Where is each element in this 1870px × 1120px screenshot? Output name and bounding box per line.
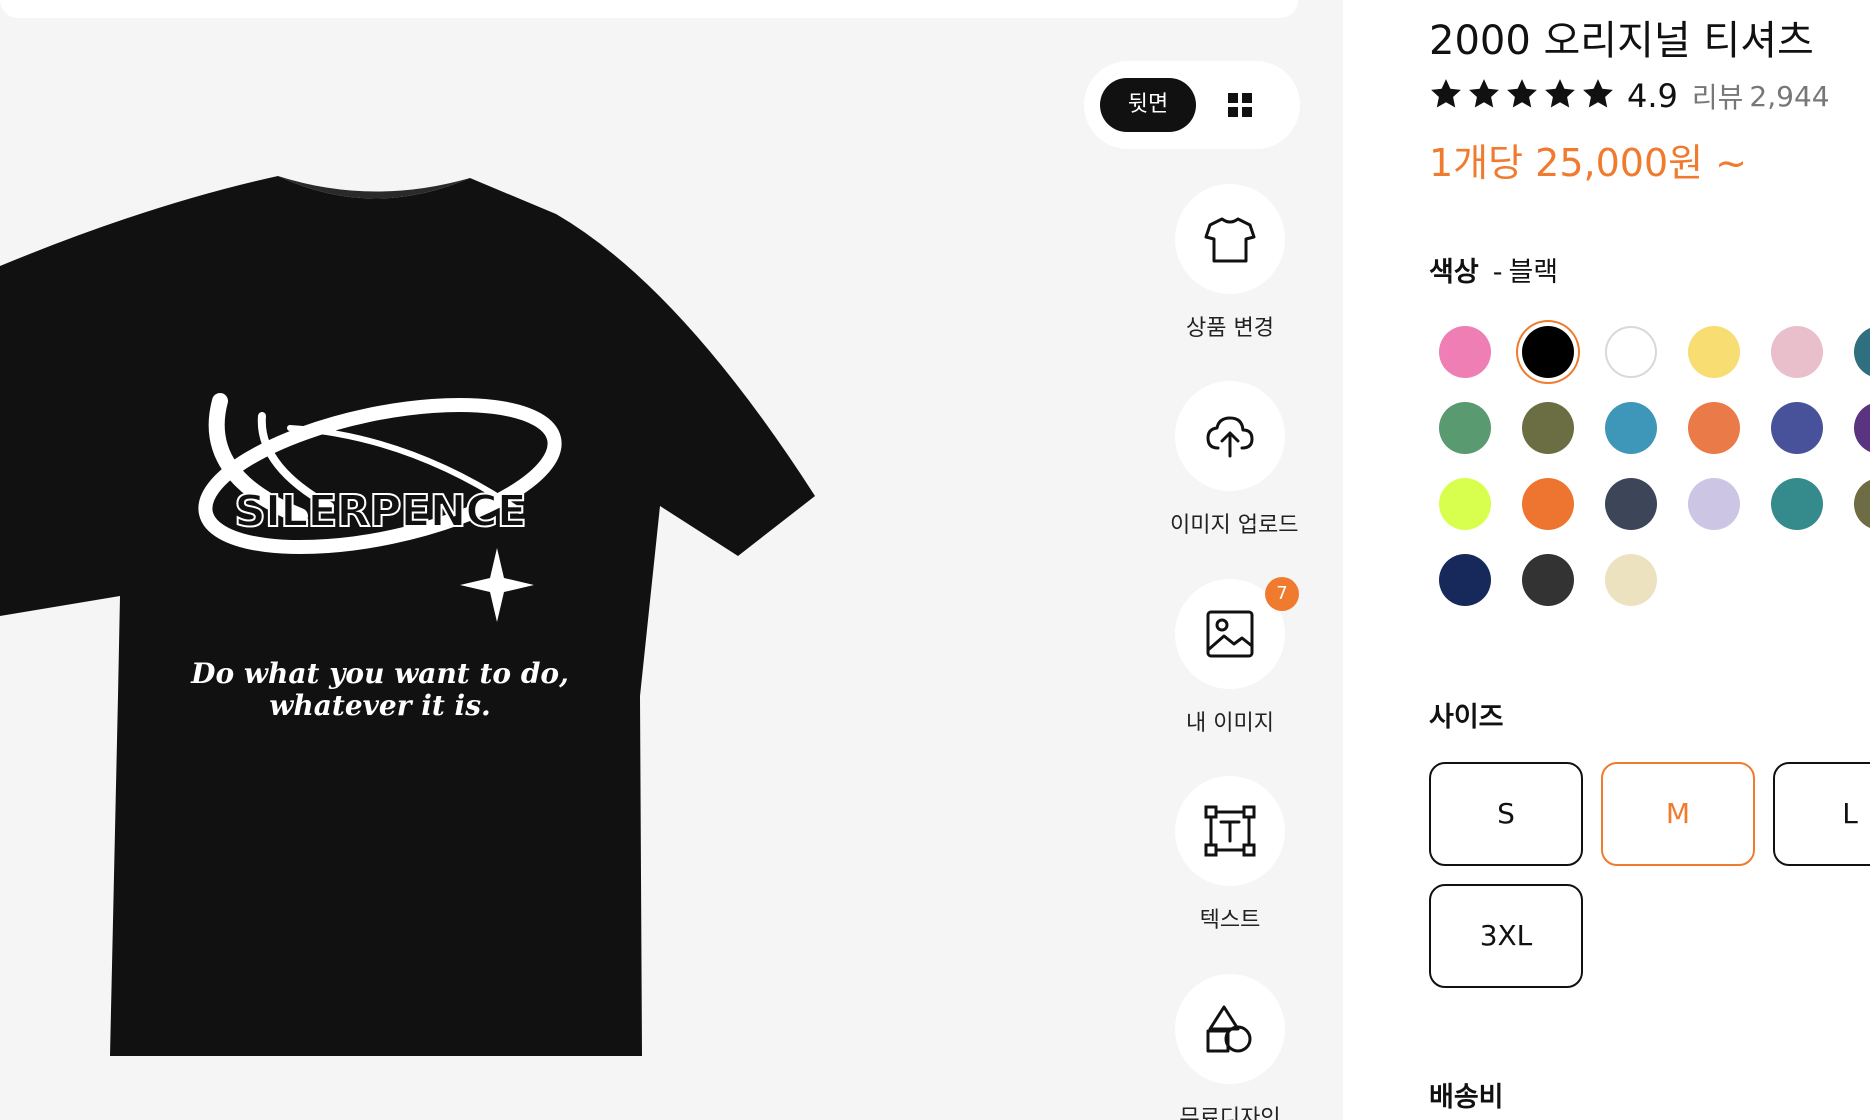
product-options-panel: 2000 오리지널 티셔츠 4.9 리뷰 2,944 1개당 25,000원 ~… <box>1343 0 1870 1120</box>
tshirt-preview[interactable]: SILERPENCE Do what you want to do, whate… <box>0 176 820 1056</box>
my-images-button[interactable]: 7 내 이미지 <box>1170 577 1299 737</box>
star-icon <box>1469 79 1499 108</box>
color-swatch[interactable] <box>1605 478 1657 530</box>
color-swatch[interactable] <box>1605 326 1657 378</box>
slogan-line-1: Do what you want to do, <box>191 657 569 690</box>
color-swatch[interactable] <box>1771 326 1823 378</box>
star-icon <box>1545 79 1575 108</box>
color-swatch[interactable] <box>1439 478 1491 530</box>
view-toggle: 뒷면 <box>1084 61 1300 149</box>
text-box-icon <box>1175 776 1285 886</box>
color-label: 색상 <box>1429 257 1479 288</box>
size-option-s[interactable]: S <box>1429 762 1583 866</box>
rating-row: 4.9 리뷰 2,944 <box>1429 76 1830 116</box>
top-bar <box>0 0 1298 18</box>
price: 1개당 25,000원 ~ <box>1429 141 1748 185</box>
text-tool-label: 텍스트 <box>1199 908 1261 933</box>
review-label[interactable]: 리뷰 <box>1692 76 1744 116</box>
image-upload-button[interactable]: 이미지 업로드 <box>1170 381 1299 539</box>
back-view-button[interactable]: 뒷면 <box>1100 78 1196 132</box>
image-upload-label: 이미지 업로드 <box>1170 513 1299 538</box>
color-swatch[interactable] <box>1771 478 1823 530</box>
print-slogan: Do what you want to do, whatever it is. <box>140 658 620 722</box>
review-count[interactable]: 2,944 <box>1749 80 1829 113</box>
design-canvas: SILERPENCE Do what you want to do, whate… <box>0 0 1343 1120</box>
my-images-label: 내 이미지 <box>1186 711 1274 736</box>
color-heading: 색상 - 블랙 <box>1429 250 1558 289</box>
free-design-label: 무료디자인 <box>1179 1106 1281 1120</box>
color-swatch[interactable] <box>1771 402 1823 454</box>
image-icon: 7 <box>1175 577 1299 689</box>
free-design-button[interactable]: 무료디자인 <box>1170 974 1290 1120</box>
rating-stars <box>1429 77 1619 115</box>
shipping-heading: 배송비 <box>1429 1082 1504 1113</box>
star-icon <box>1507 79 1537 108</box>
product-title: 2000 오리지널 티셔츠 <box>1429 18 1814 64</box>
color-swatch[interactable] <box>1605 554 1657 606</box>
color-swatch[interactable] <box>1439 554 1491 606</box>
cloud-upload-icon <box>1175 381 1285 491</box>
color-separator: - <box>1492 257 1503 288</box>
tshirt-icon <box>1175 184 1285 294</box>
slogan-line-2: whatever it is. <box>269 689 491 722</box>
size-option-m[interactable]: M <box>1601 762 1755 866</box>
selected-color-name: 블랙 <box>1508 257 1559 288</box>
change-product-button[interactable]: 상품 변경 <box>1170 184 1290 342</box>
color-swatch[interactable] <box>1688 326 1740 378</box>
color-swatch[interactable] <box>1688 402 1740 454</box>
color-swatch[interactable] <box>1854 402 1870 454</box>
size-option-l[interactable]: L <box>1773 762 1870 866</box>
shapes-icon <box>1175 974 1285 1084</box>
color-swatch[interactable] <box>1522 554 1574 606</box>
print-brand-text: SILERPENCE <box>233 485 528 538</box>
color-swatch[interactable] <box>1854 478 1870 530</box>
size-heading: 사이즈 <box>1429 702 1504 733</box>
color-swatch[interactable] <box>1439 326 1491 378</box>
color-swatch[interactable] <box>1522 402 1574 454</box>
grid-icon[interactable] <box>1220 85 1260 125</box>
color-swatch[interactable] <box>1605 402 1657 454</box>
star-icon <box>1583 79 1613 108</box>
star-icon <box>1431 79 1461 108</box>
color-swatch[interactable] <box>1688 478 1740 530</box>
size-option-3xl[interactable]: 3XL <box>1429 884 1583 988</box>
text-tool-button[interactable]: 텍스트 <box>1170 776 1290 934</box>
change-product-label: 상품 변경 <box>1186 316 1274 341</box>
color-swatch[interactable] <box>1854 326 1870 378</box>
color-swatch[interactable] <box>1439 402 1491 454</box>
color-swatch[interactable] <box>1522 478 1574 530</box>
tshirt-back-shape <box>0 176 815 1056</box>
my-images-count-badge: 7 <box>1265 577 1299 611</box>
color-swatch[interactable] <box>1522 326 1574 378</box>
rating-value: 4.9 <box>1627 77 1678 115</box>
